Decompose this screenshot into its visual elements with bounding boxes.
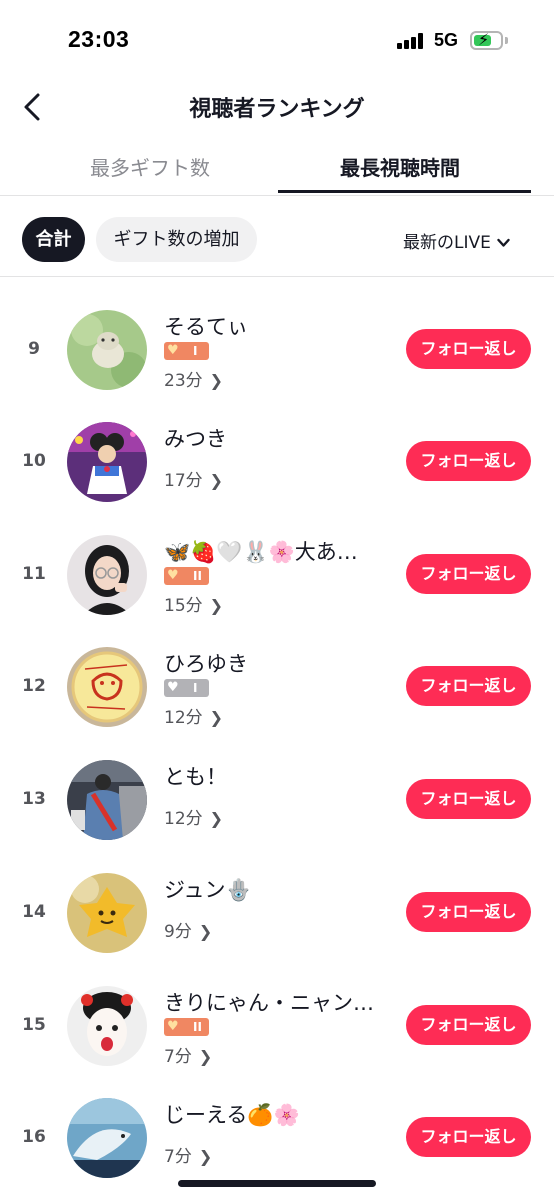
home-indicator xyxy=(178,1180,376,1187)
ranking-row: 12 ひろゆき ♥ I 12分 ❯ フォロー返し xyxy=(0,646,554,758)
viewer-name: みつき xyxy=(164,427,227,451)
status-time: 23:03 xyxy=(68,26,130,52)
chevron-right-icon: ❯ xyxy=(209,708,224,727)
watch-duration[interactable]: 12分 ❯ xyxy=(164,804,223,829)
filter-gift-increase-chip[interactable]: ギフト数の増加 xyxy=(96,217,257,262)
watch-duration[interactable]: 23分 ❯ xyxy=(164,366,223,391)
follow-back-button[interactable]: フォロー返し xyxy=(406,666,531,706)
follow-back-button[interactable]: フォロー返し xyxy=(406,554,531,594)
rank-number: 12 xyxy=(22,676,46,696)
viewer-name: じーえる🍊🌸 xyxy=(164,1103,300,1127)
battery-cap xyxy=(505,37,508,44)
chevron-right-icon: ❯ xyxy=(198,922,213,941)
chevron-right-icon: ❯ xyxy=(209,471,224,490)
signal-icon xyxy=(397,33,427,49)
ranking-row: 13 とも！ 12分 ❯ フォロー返し xyxy=(0,759,554,871)
viewer-name: きりにゃん・ニャン… xyxy=(164,991,374,1015)
watch-duration[interactable]: 12分 ❯ xyxy=(164,703,223,728)
rank-number: 9 xyxy=(28,339,40,359)
avatar[interactable] xyxy=(67,535,147,615)
chevron-right-icon: ❯ xyxy=(209,371,224,390)
heart-icon: ♥ xyxy=(167,343,179,358)
chevron-right-icon: ❯ xyxy=(198,1147,213,1166)
heart-icon: ♥ xyxy=(167,568,179,583)
avatar[interactable] xyxy=(67,647,147,727)
divider xyxy=(0,195,554,196)
rank-number: 15 xyxy=(22,1015,46,1035)
live-select-dropdown[interactable]: 最新のLIVE xyxy=(403,228,510,253)
rank-number: 16 xyxy=(22,1127,46,1147)
ranking-row: 11 🦋🍓🤍🐰🌸大あ… ♥ II 15分 ❯ フォロー返し xyxy=(0,534,554,646)
avatar[interactable] xyxy=(67,310,147,390)
viewer-name: 🦋🍓🤍🐰🌸大あ… xyxy=(164,540,358,564)
follow-back-button[interactable]: フォロー返し xyxy=(406,892,531,932)
follow-back-button[interactable]: フォロー返し xyxy=(406,1005,531,1045)
network-type: 5G xyxy=(434,30,459,50)
tab-longest-watch-time[interactable]: 最長視聴時間 xyxy=(330,152,470,181)
watch-duration[interactable]: 7分 ❯ xyxy=(164,1042,212,1067)
watch-duration[interactable]: 15分 ❯ xyxy=(164,591,223,616)
viewer-name: ジュン🪬 xyxy=(164,878,252,902)
ranking-row: 15 きりにゃん・ニャン… ♥ II 7分 ❯ フォロー返し xyxy=(0,985,554,1097)
rank-number: 14 xyxy=(22,902,46,922)
active-tab-indicator xyxy=(278,190,531,193)
tab-most-gifts[interactable]: 最多ギフト数 xyxy=(60,152,240,181)
chevron-right-icon: ❯ xyxy=(209,809,224,828)
watch-duration[interactable]: 7分 ❯ xyxy=(164,1142,212,1167)
fan-level-badge: ♥ II xyxy=(164,567,209,585)
status-bar: 23:03 5G ⚡ xyxy=(0,0,554,80)
follow-back-button[interactable]: フォロー返し xyxy=(406,441,531,481)
viewer-name: そるてぃ xyxy=(164,315,248,339)
chevron-right-icon: ❯ xyxy=(198,1047,213,1066)
avatar[interactable] xyxy=(67,873,147,953)
watch-duration[interactable]: 17分 ❯ xyxy=(164,466,223,491)
avatar[interactable] xyxy=(67,760,147,840)
divider xyxy=(0,276,554,277)
rank-number: 10 xyxy=(22,451,46,471)
chevron-down-icon xyxy=(497,233,510,253)
avatar[interactable] xyxy=(67,1098,147,1178)
ranking-row: 14 ジュン🪬 9分 ❯ フォロー返し xyxy=(0,872,554,984)
follow-back-button[interactable]: フォロー返し xyxy=(406,779,531,819)
live-select-label: 最新のLIVE xyxy=(403,233,491,253)
ranking-row: 9 そるてぃ ♥ I 23分 ❯ フォロー返し xyxy=(0,309,554,421)
filter-total-chip[interactable]: 合計 xyxy=(22,217,85,262)
follow-back-button[interactable]: フォロー返し xyxy=(406,1117,531,1157)
avatar[interactable] xyxy=(67,986,147,1066)
follow-back-button[interactable]: フォロー返し xyxy=(406,329,531,369)
heart-icon: ♥ xyxy=(167,1019,179,1034)
heart-icon: ♥ xyxy=(167,680,179,695)
fan-level-badge: ♥ I xyxy=(164,342,209,360)
fan-level-badge: ♥ I xyxy=(164,679,209,697)
battery-icon: ⚡ xyxy=(470,30,503,50)
rank-number: 13 xyxy=(22,789,46,809)
fan-level-badge: ♥ II xyxy=(164,1018,209,1036)
watch-duration[interactable]: 9分 ❯ xyxy=(164,917,212,942)
page-title: 視聴者ランキング xyxy=(189,97,365,122)
viewer-name: ひろゆき xyxy=(164,652,248,676)
chevron-right-icon: ❯ xyxy=(209,596,224,615)
viewer-name: とも！ xyxy=(164,765,227,789)
rank-number: 11 xyxy=(22,564,46,584)
avatar[interactable] xyxy=(67,422,147,502)
ranking-row: 10 みつき 17分 ❯ フォロー返し xyxy=(0,421,554,533)
